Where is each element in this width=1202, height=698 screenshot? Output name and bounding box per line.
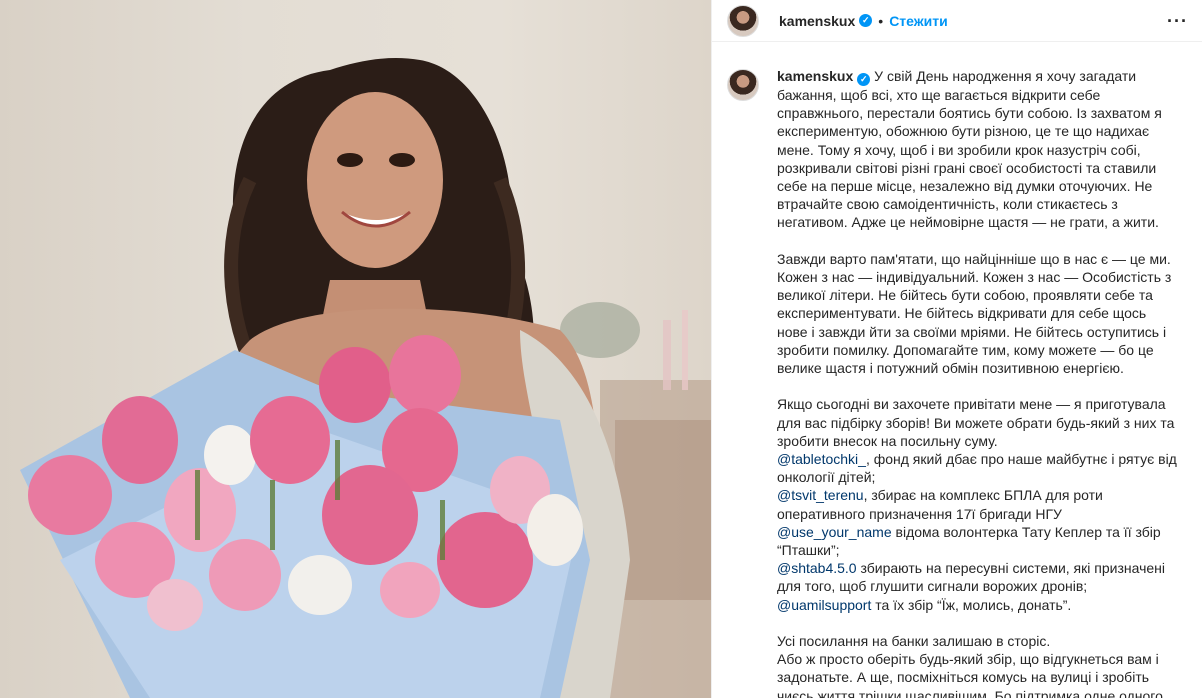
mention-link[interactable]: @tabletochki_ xyxy=(777,451,866,467)
verified-badge-icon: ✓ xyxy=(859,14,873,27)
caption-link-5: @uamilsupport та їх збір “Їж, молись, до… xyxy=(777,596,1177,614)
caption-username[interactable]: kamenskux xyxy=(777,68,853,84)
instagram-post: kamenskux ✓ • Стежити ··· kamenskux ✓ У с… xyxy=(0,0,1202,698)
caption-paragraph-2: Завжди варто пам'ятати, що найцінніше що… xyxy=(777,250,1172,377)
post-header: kamenskux ✓ • Стежити ··· xyxy=(712,0,1202,42)
caption-row: kamenskux ✓ У свій День народження я хочу… xyxy=(712,42,1202,698)
caption-link-1: @tabletochki_, фонд який дбає про наше м… xyxy=(777,450,1177,486)
caption-link-4: @shtab4.5.0 збирають на пересувні систем… xyxy=(777,559,1177,595)
caption-text: kamenskux ✓ У свій День народження я хочу… xyxy=(777,67,1177,698)
mention-text: та їх збір “Їж, молись, донать”. xyxy=(871,596,1072,613)
photo-illustration xyxy=(20,58,711,698)
mention-link[interactable]: @tsvit_terenu xyxy=(777,487,864,503)
more-horizontal-icon[interactable]: ··· xyxy=(1167,11,1188,32)
caption-link-2: @tsvit_terenu, збирає на комплекс БПЛА д… xyxy=(777,486,1177,522)
caption-avatar[interactable] xyxy=(727,69,759,101)
follow-button[interactable]: Стежити xyxy=(889,13,948,29)
caption-p1-text: У свій День народження я хочу загадати б… xyxy=(777,68,1162,231)
post-photo[interactable] xyxy=(0,0,711,698)
caption-paragraph-1: kamenskux ✓ У свій День народження я хочу… xyxy=(777,67,1177,232)
header-separator: • xyxy=(878,12,884,29)
author-avatar[interactable] xyxy=(727,4,759,37)
author-username[interactable]: kamenskux xyxy=(779,13,855,29)
post-sidebar: kamenskux ✓ • Стежити ··· kamenskux ✓ У с… xyxy=(711,0,1202,698)
caption-paragraph-4: Усі посилання на банки залишаю в сторіс. xyxy=(777,633,1051,650)
caption-paragraph-3: Якщо сьогодні ви захочете привітати мене… xyxy=(777,396,1175,449)
mention-link[interactable]: @use_your_name xyxy=(777,524,892,540)
mention-link[interactable]: @uamilsupport xyxy=(777,597,871,613)
caption-link-3: @use_your_name відома волонтерка Тату Ке… xyxy=(777,523,1177,559)
caption-paragraph-5: Або ж просто оберіть будь-який збір, що … xyxy=(777,651,1163,698)
verified-badge-icon: ✓ xyxy=(857,73,871,86)
mention-link[interactable]: @shtab4.5.0 xyxy=(777,560,857,576)
